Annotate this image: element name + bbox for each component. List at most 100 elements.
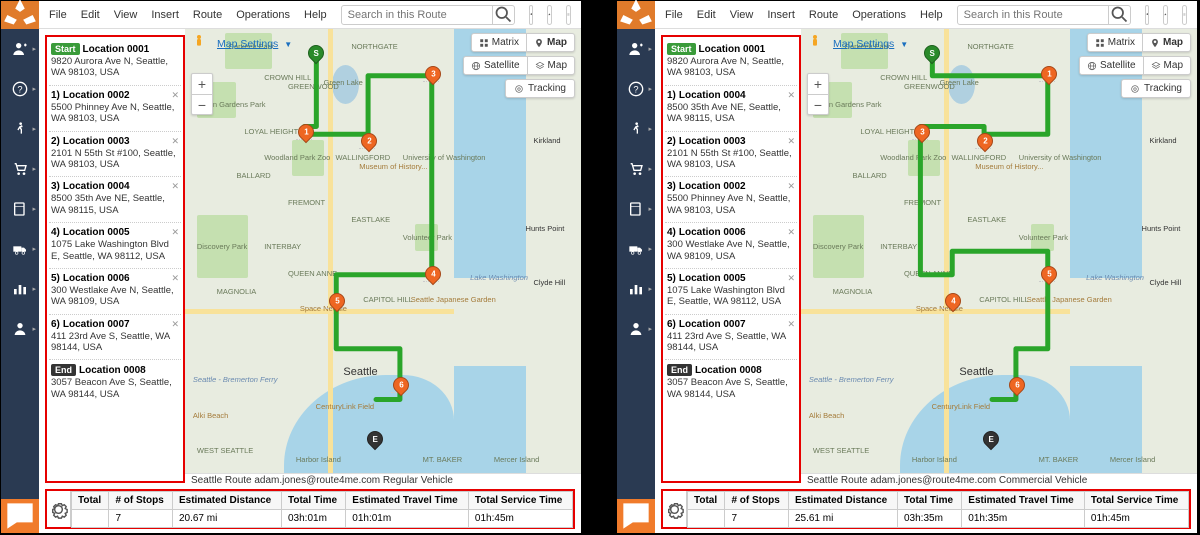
menu-edit[interactable]: Edit xyxy=(81,9,100,21)
chat-icon[interactable] xyxy=(617,499,655,533)
remove-stop-icon[interactable]: ✕ xyxy=(787,181,795,192)
stop-item[interactable]: 4) Location 0006 300 Westlake Ave N, Sea… xyxy=(665,223,797,269)
sidebar-person-icon[interactable]: ▸ xyxy=(617,309,655,349)
sidebar-personplus-icon[interactable]: ▸ xyxy=(1,29,39,69)
search-input[interactable] xyxy=(342,9,492,21)
menu-view[interactable]: View xyxy=(114,9,138,21)
pegman-icon[interactable] xyxy=(191,33,207,52)
remove-stop-icon[interactable]: ✕ xyxy=(787,273,795,284)
stop-item[interactable]: 6) Location 0007 411 23rd Ave S, Seattle… xyxy=(49,315,181,361)
menu-edit[interactable]: Edit xyxy=(697,9,716,21)
stop-item[interactable]: 5) Location 0006 300 Westlake Ave N, Sea… xyxy=(49,269,181,315)
sidebar-chart-icon[interactable]: ▸ xyxy=(617,269,655,309)
menu-help[interactable]: Help xyxy=(920,9,943,21)
menu-file[interactable]: File xyxy=(49,9,67,21)
tracking-button[interactable]: Tracking xyxy=(505,79,575,98)
zoom-in-button[interactable]: + xyxy=(808,74,828,94)
menu-icon[interactable] xyxy=(1182,5,1187,25)
stop-item[interactable]: 5) Location 0005 1075 Lake Washington Bl… xyxy=(665,269,797,315)
remove-stop-icon[interactable]: ✕ xyxy=(171,181,179,192)
menu-route[interactable]: Route xyxy=(809,9,838,21)
chat-icon[interactable] xyxy=(1,499,39,533)
map-marker-1[interactable]: 1 xyxy=(1039,62,1055,82)
stop-item[interactable]: 2) Location 0003 2101 N 55th St #100, Se… xyxy=(665,132,797,178)
map-marker-6[interactable]: 6 xyxy=(1007,373,1023,393)
stop-item[interactable]: Start Location 0001 9820 Aurora Ave N, S… xyxy=(665,39,797,86)
sidebar-book-icon[interactable]: ▸ xyxy=(617,189,655,229)
favorites-icon[interactable] xyxy=(547,5,552,25)
map-marker-3[interactable]: 3 xyxy=(912,120,928,140)
sidebar-cart-icon[interactable]: ▸ xyxy=(1,149,39,189)
map-marker-6[interactable]: 6 xyxy=(391,373,407,393)
menu-file[interactable]: File xyxy=(665,9,683,21)
map-marker-3[interactable]: 3 xyxy=(423,62,439,82)
sidebar-walk-icon[interactable]: ▸ xyxy=(617,109,655,149)
notifications-icon[interactable] xyxy=(529,5,534,25)
remove-stop-icon[interactable]: ✕ xyxy=(171,227,179,238)
sidebar-book-icon[interactable]: ▸ xyxy=(1,189,39,229)
map-marker-2[interactable]: 2 xyxy=(975,129,991,149)
map-marker-4[interactable]: 4 xyxy=(943,289,959,309)
stop-item[interactable]: 2) Location 0003 2101 N 55th St #100, Se… xyxy=(49,132,181,178)
remove-stop-icon[interactable]: ✕ xyxy=(171,319,179,330)
zoom-out-button[interactable]: − xyxy=(192,94,212,114)
map-marker-E[interactable]: E xyxy=(983,431,999,451)
menu-operations[interactable]: Operations xyxy=(852,9,906,21)
sidebar-personplus-icon[interactable]: ▸ xyxy=(617,29,655,69)
zoom-out-button[interactable]: − xyxy=(808,94,828,114)
search-input[interactable] xyxy=(958,9,1108,21)
menu-view[interactable]: View xyxy=(730,9,754,21)
map-settings-link[interactable]: Map Settings xyxy=(833,38,894,50)
sidebar-truck-icon[interactable]: ▸ xyxy=(617,229,655,269)
sidebar-cart-icon[interactable]: ▸ xyxy=(617,149,655,189)
stop-item[interactable]: End Location 0008 3057 Beacon Ave S, Sea… xyxy=(665,360,797,406)
satellite-button[interactable]: Satellite xyxy=(1080,57,1143,74)
stats-settings-icon[interactable] xyxy=(663,491,687,527)
map2-button[interactable]: Map xyxy=(1143,57,1190,74)
favorites-icon[interactable] xyxy=(1163,5,1168,25)
tracking-button[interactable]: Tracking xyxy=(1121,79,1191,98)
stop-item[interactable]: 1) Location 0004 8500 35th Ave NE, Seatt… xyxy=(665,86,797,132)
stop-item[interactable]: 1) Location 0002 5500 Phinney Ave N, Sea… xyxy=(49,86,181,132)
menu-insert[interactable]: Insert xyxy=(767,9,795,21)
map-marker-S[interactable]: S xyxy=(924,45,940,65)
sidebar-truck-icon[interactable]: ▸ xyxy=(1,229,39,269)
map-button[interactable]: Map xyxy=(526,34,574,51)
stats-settings-icon[interactable] xyxy=(47,491,71,527)
remove-stop-icon[interactable]: ✕ xyxy=(787,136,795,147)
stop-item[interactable]: 6) Location 0007 411 23rd Ave S, Seattle… xyxy=(665,315,797,361)
search-button[interactable] xyxy=(1108,5,1130,25)
remove-stop-icon[interactable]: ✕ xyxy=(171,90,179,101)
map-settings-link[interactable]: Map Settings xyxy=(217,38,278,50)
matrix-button[interactable]: Matrix xyxy=(1088,34,1142,51)
remove-stop-icon[interactable]: ✕ xyxy=(171,136,179,147)
stop-item[interactable]: 4) Location 0005 1075 Lake Washington Bl… xyxy=(49,223,181,269)
matrix-button[interactable]: Matrix xyxy=(472,34,526,51)
sidebar-person-icon[interactable]: ▸ xyxy=(1,309,39,349)
satellite-button[interactable]: Satellite xyxy=(464,57,527,74)
search-button[interactable] xyxy=(492,5,514,25)
map-marker-5[interactable]: 5 xyxy=(1039,262,1055,282)
notifications-icon[interactable] xyxy=(1145,5,1150,25)
sidebar-chart-icon[interactable]: ▸ xyxy=(1,269,39,309)
sidebar-walk-icon[interactable]: ▸ xyxy=(1,109,39,149)
pegman-icon[interactable] xyxy=(807,33,823,52)
menu-icon[interactable] xyxy=(566,5,571,25)
remove-stop-icon[interactable]: ✕ xyxy=(787,319,795,330)
map-marker-E[interactable]: E xyxy=(367,431,383,451)
remove-stop-icon[interactable]: ✕ xyxy=(171,273,179,284)
stop-item[interactable]: 3) Location 0002 5500 Phinney Ave N, Sea… xyxy=(665,177,797,223)
sidebar-help-icon[interactable]: ?▸ xyxy=(1,69,39,109)
map2-button[interactable]: Map xyxy=(527,57,574,74)
remove-stop-icon[interactable]: ✕ xyxy=(787,227,795,238)
menu-help[interactable]: Help xyxy=(304,9,327,21)
map-marker-2[interactable]: 2 xyxy=(359,129,375,149)
map-marker-S[interactable]: S xyxy=(308,45,324,65)
map-marker-5[interactable]: 5 xyxy=(327,289,343,309)
menu-insert[interactable]: Insert xyxy=(151,9,179,21)
map-button[interactable]: Map xyxy=(1142,34,1190,51)
stop-item[interactable]: Start Location 0001 9820 Aurora Ave N, S… xyxy=(49,39,181,86)
menu-operations[interactable]: Operations xyxy=(236,9,290,21)
sidebar-help-icon[interactable]: ?▸ xyxy=(617,69,655,109)
stop-item[interactable]: 3) Location 0004 8500 35th Ave NE, Seatt… xyxy=(49,177,181,223)
